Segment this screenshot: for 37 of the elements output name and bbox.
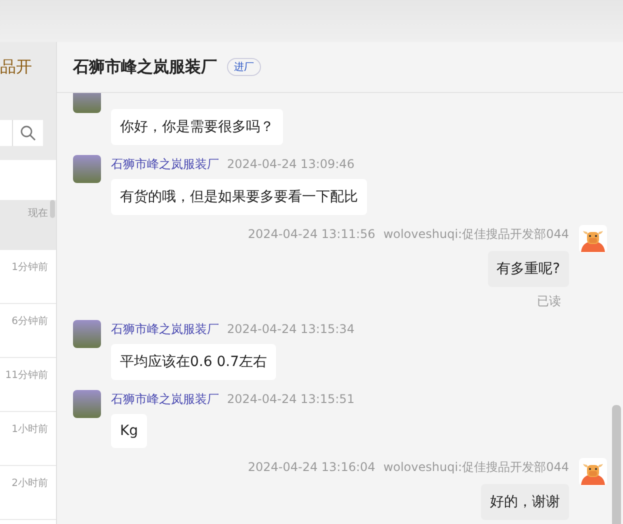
search-icon <box>20 124 36 141</box>
message-time: 2024-04-24 13:09:46 <box>227 157 354 171</box>
avatar-photo <box>73 155 101 183</box>
chat-title: 石狮市峰之岚服装厂 <box>73 56 217 78</box>
message-time: 2024-04-24 13:15:51 <box>227 392 354 406</box>
bull-icon <box>579 458 607 486</box>
sender-name: 石狮市峰之岚服装厂 <box>111 390 219 408</box>
search-field[interactable] <box>0 120 12 146</box>
conversation-time: 1分钟前 <box>12 260 48 274</box>
search-button[interactable] <box>12 120 43 146</box>
conversation-title: 品开 <box>0 56 33 78</box>
conversation-time: 1小时前 <box>12 422 48 436</box>
conversation-time: 11分钟前 <box>5 368 48 382</box>
message-bubble: 平均应该在0.6 0.7左右 <box>111 344 276 380</box>
message-bubble: 你好，你是需要很多吗？ <box>111 109 283 145</box>
message-bubble: Kg <box>111 414 148 448</box>
message-bubble: 有多重呢? <box>488 251 569 287</box>
message-time: 2024-04-24 13:15:34 <box>227 322 354 336</box>
conversation-item[interactable]: 现在 <box>0 200 56 250</box>
sender-name: 石狮市峰之岚服装厂 <box>111 320 219 338</box>
conversation-time: 2小时前 <box>12 476 48 490</box>
sender-name: 石狮市峰之岚服装厂 <box>111 156 219 172</box>
message-bubble: 有货的哦，但是如果要多要看一下配比 <box>111 179 367 215</box>
sender-name: woloveshuqi:促佳搜品开发部044 <box>383 458 569 476</box>
status-tag: 进厂 <box>227 58 261 76</box>
bull-icon <box>579 225 607 253</box>
message-time: 2024-04-24 13:16:04 <box>248 460 376 474</box>
read-receipt: 已读 <box>537 293 562 310</box>
message-time: 2024-04-24 13:11:56 <box>248 227 376 241</box>
avatar-photo <box>73 320 101 348</box>
scrollbar-thumb[interactable] <box>50 200 55 218</box>
scrollbar-thumb[interactable] <box>612 405 621 524</box>
avatar-photo <box>73 390 101 418</box>
message-bubble: 好的，谢谢 <box>481 484 569 520</box>
sender-name: woloveshuqi:促佳搜品开发部044 <box>383 226 569 242</box>
conversation-time: 现在 <box>28 207 48 220</box>
conversation-time: 6分钟前 <box>12 314 48 328</box>
